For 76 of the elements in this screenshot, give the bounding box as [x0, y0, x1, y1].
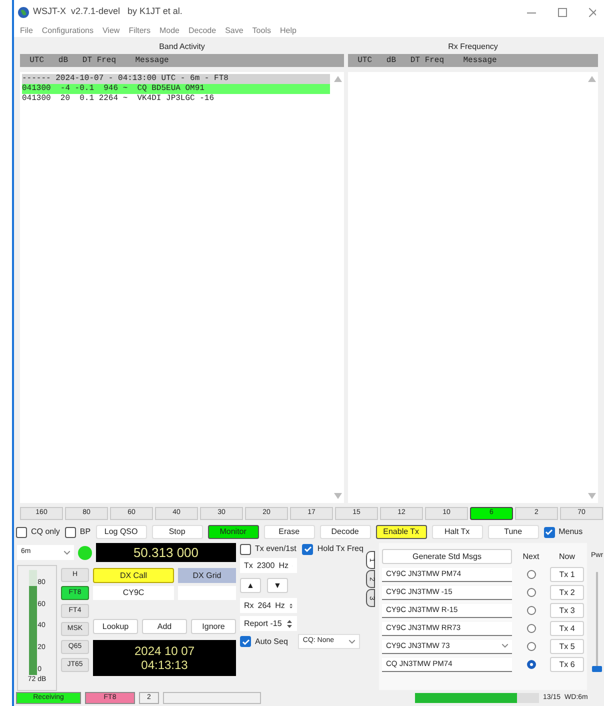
now-label: Now — [558, 550, 576, 562]
radio-button[interactable] — [526, 660, 536, 669]
menu-item[interactable]: View — [102, 24, 120, 36]
spin-value: 2300 — [256, 560, 275, 572]
toolbar-button[interactable]: Log QSO — [96, 525, 147, 539]
tx-button[interactable]: Tx 6 — [550, 657, 584, 672]
toolbar-button[interactable]: Enable Tx — [376, 525, 427, 539]
checkbox-label: CQ only — [31, 526, 60, 538]
tx-button[interactable]: Tx 3 — [550, 603, 584, 618]
chevron-down-icon — [502, 644, 508, 648]
checkbox[interactable] — [544, 526, 555, 538]
tx-button[interactable]: Tx 1 — [550, 567, 584, 582]
menu-item[interactable]: Tools — [252, 24, 271, 36]
radio-button[interactable] — [526, 606, 536, 615]
chevron-down-icon — [64, 550, 70, 554]
radio-button[interactable] — [526, 570, 536, 579]
radio-button[interactable] — [526, 642, 536, 651]
menu-item[interactable]: Save — [225, 24, 244, 36]
spin-unit: Hz — [278, 560, 288, 572]
tx-button[interactable]: Tx 5 — [550, 639, 584, 654]
column-header: UTC dB DT Freq Message — [20, 54, 344, 67]
power-slider[interactable] — [592, 572, 602, 672]
dx-grid-label: DX Grid — [178, 568, 236, 583]
menu-item[interactable]: File — [20, 24, 33, 36]
maximize-icon[interactable] — [558, 8, 567, 16]
checkbox-label: BP — [80, 526, 91, 538]
toolbar-button[interactable]: Erase — [264, 525, 315, 539]
globe-icon — [18, 6, 29, 18]
generate-button[interactable]: Generate Std Msgs — [382, 549, 512, 564]
window-title: WSJT-X v2.7.1-devel by K1JT et al. — [33, 5, 182, 18]
clock-display: 2024 10 07 04:13:13 — [93, 640, 236, 676]
spin-box[interactable]: Tx 2300 Hz — [240, 558, 297, 573]
radio-button[interactable] — [526, 624, 536, 633]
spin-box[interactable]: Rx 264 Hz — [240, 598, 297, 613]
chevron-down-icon — [348, 640, 355, 644]
panel-title: Band Activity — [159, 41, 205, 53]
frequency-display: 50.313 000 — [96, 543, 236, 562]
menu-item[interactable]: Decode — [188, 24, 216, 36]
spin-unit: Hz — [275, 600, 285, 612]
next-label: Next — [522, 550, 540, 562]
spin-prefix: Tx — [244, 560, 253, 572]
tx-button[interactable]: Tx 4 — [550, 621, 584, 636]
toolbar-button[interactable]: Stop — [152, 525, 203, 539]
checkbox[interactable] — [16, 526, 27, 538]
menu-item[interactable]: Filters — [128, 24, 150, 36]
checkbox[interactable] — [240, 636, 251, 647]
toolbar-button[interactable]: Monitor — [208, 525, 259, 539]
arrow-button[interactable]: ▲ — [240, 578, 261, 593]
radio-button[interactable] — [526, 588, 536, 597]
close-icon[interactable] — [589, 8, 596, 16]
checkbox[interactable] — [302, 544, 314, 554]
checkbox[interactable] — [240, 544, 251, 554]
menu-item[interactable]: Help — [280, 24, 296, 36]
column-header: UTC dB DT Freq Message — [348, 54, 598, 67]
toolbar-button[interactable]: Decode — [320, 525, 371, 539]
toolbar-button[interactable]: Halt Tx — [432, 525, 483, 539]
lookup-button[interactable]: Lookup — [93, 619, 138, 634]
decode-line: 041300 20 0.1 2264 ~ VK4DI JP3LGC -16 — [22, 94, 216, 104]
dx-call-field[interactable]: CY9C — [93, 586, 174, 600]
report-spin-box[interactable]: Report -15 — [240, 616, 297, 631]
tx-button[interactable]: Tx 2 — [550, 585, 584, 600]
checkbox[interactable] — [64, 526, 76, 538]
checkbox-label: Auto Seq — [255, 636, 288, 648]
toolbar-button[interactable]: Tune — [488, 525, 539, 539]
checkbox-label: Menus — [558, 526, 583, 538]
panel-title: Rx Frequency — [448, 41, 498, 53]
lookup-button[interactable]: Add — [142, 619, 187, 634]
spin-prefix: Rx — [244, 600, 254, 612]
spin-value: 264 — [258, 600, 272, 612]
dx-call-label: DX Call — [93, 568, 174, 583]
menu-item[interactable]: Mode — [159, 24, 180, 36]
menu-item[interactable]: Configurations — [42, 24, 94, 36]
lookup-button[interactable]: Ignore — [191, 619, 236, 634]
arrow-button[interactable]: ▼ — [267, 578, 288, 593]
checkbox-label: Hold Tx Freq — [317, 543, 364, 555]
checkbox-label: Tx even/1st — [255, 543, 296, 555]
